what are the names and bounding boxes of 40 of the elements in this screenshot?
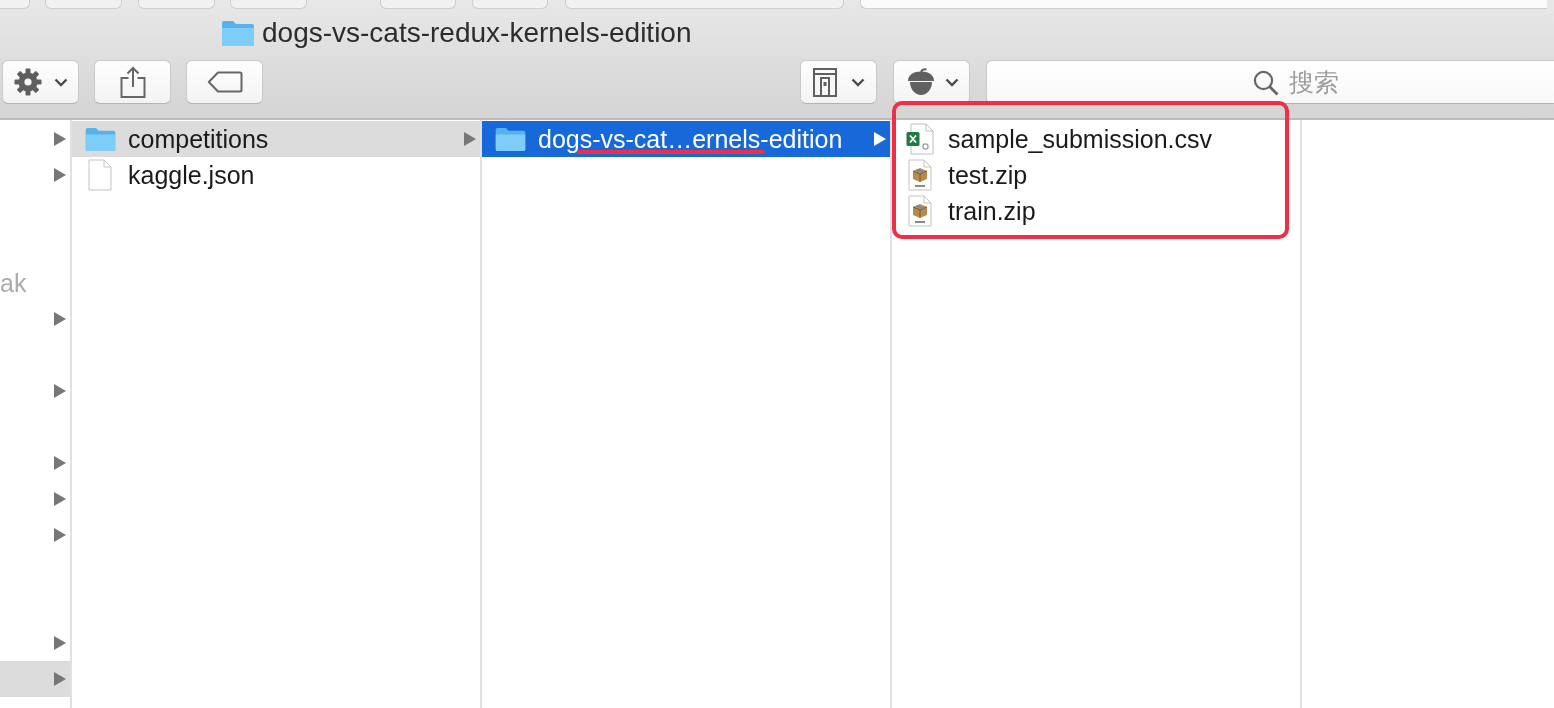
expand-arrow-icon[interactable] (54, 492, 66, 506)
chevron-icon (54, 77, 68, 87)
window-title: dogs-vs-cats-redux-kernels-edition (262, 18, 692, 48)
file-item[interactable]: kaggle.json (72, 157, 480, 193)
archive-file-icon (906, 159, 934, 191)
folder-icon (494, 127, 526, 151)
expand-arrow-icon[interactable] (874, 132, 886, 146)
expand-arrow-icon[interactable] (54, 132, 66, 146)
share-button[interactable] (94, 60, 171, 104)
spreadsheet-icon (906, 123, 934, 155)
expand-arrow-icon[interactable] (54, 636, 66, 650)
cabinet-icon (811, 67, 839, 97)
archive-file-icon (906, 195, 934, 227)
expand-arrow-icon[interactable] (54, 168, 66, 182)
file-item[interactable]: train.zip (892, 193, 1300, 229)
share-icon (119, 66, 146, 98)
folder-item[interactable]: competitions (72, 121, 480, 157)
chevron-icon (851, 77, 865, 87)
action-menu-button[interactable] (2, 60, 79, 104)
document-icon (88, 159, 112, 191)
search-icon (1253, 70, 1279, 96)
expand-arrow-icon[interactable] (54, 384, 66, 398)
tab-outline (0, 0, 30, 9)
acorn-menu-button[interactable] (893, 60, 970, 104)
tag-button[interactable] (186, 60, 263, 104)
expand-arrow-icon[interactable] (54, 456, 66, 470)
expand-arrow-icon[interactable] (54, 312, 66, 326)
expand-arrow-icon[interactable] (54, 672, 66, 686)
chevron-icon (945, 77, 959, 87)
expand-arrow-icon[interactable] (464, 132, 476, 146)
tag-icon (206, 71, 243, 93)
search-field[interactable]: 搜索 (986, 60, 1554, 104)
expand-arrow-icon[interactable] (54, 528, 66, 542)
file-item[interactable]: sample_submission.csv (892, 121, 1300, 157)
list-item[interactable] (0, 661, 70, 697)
arrange-menu-button[interactable] (800, 60, 877, 104)
folder-icon (84, 127, 116, 151)
folder-icon (222, 20, 254, 46)
file-item[interactable]: test.zip (892, 157, 1300, 193)
folder-item[interactable]: dogs-vs-cat…ernels-edition (482, 121, 890, 157)
